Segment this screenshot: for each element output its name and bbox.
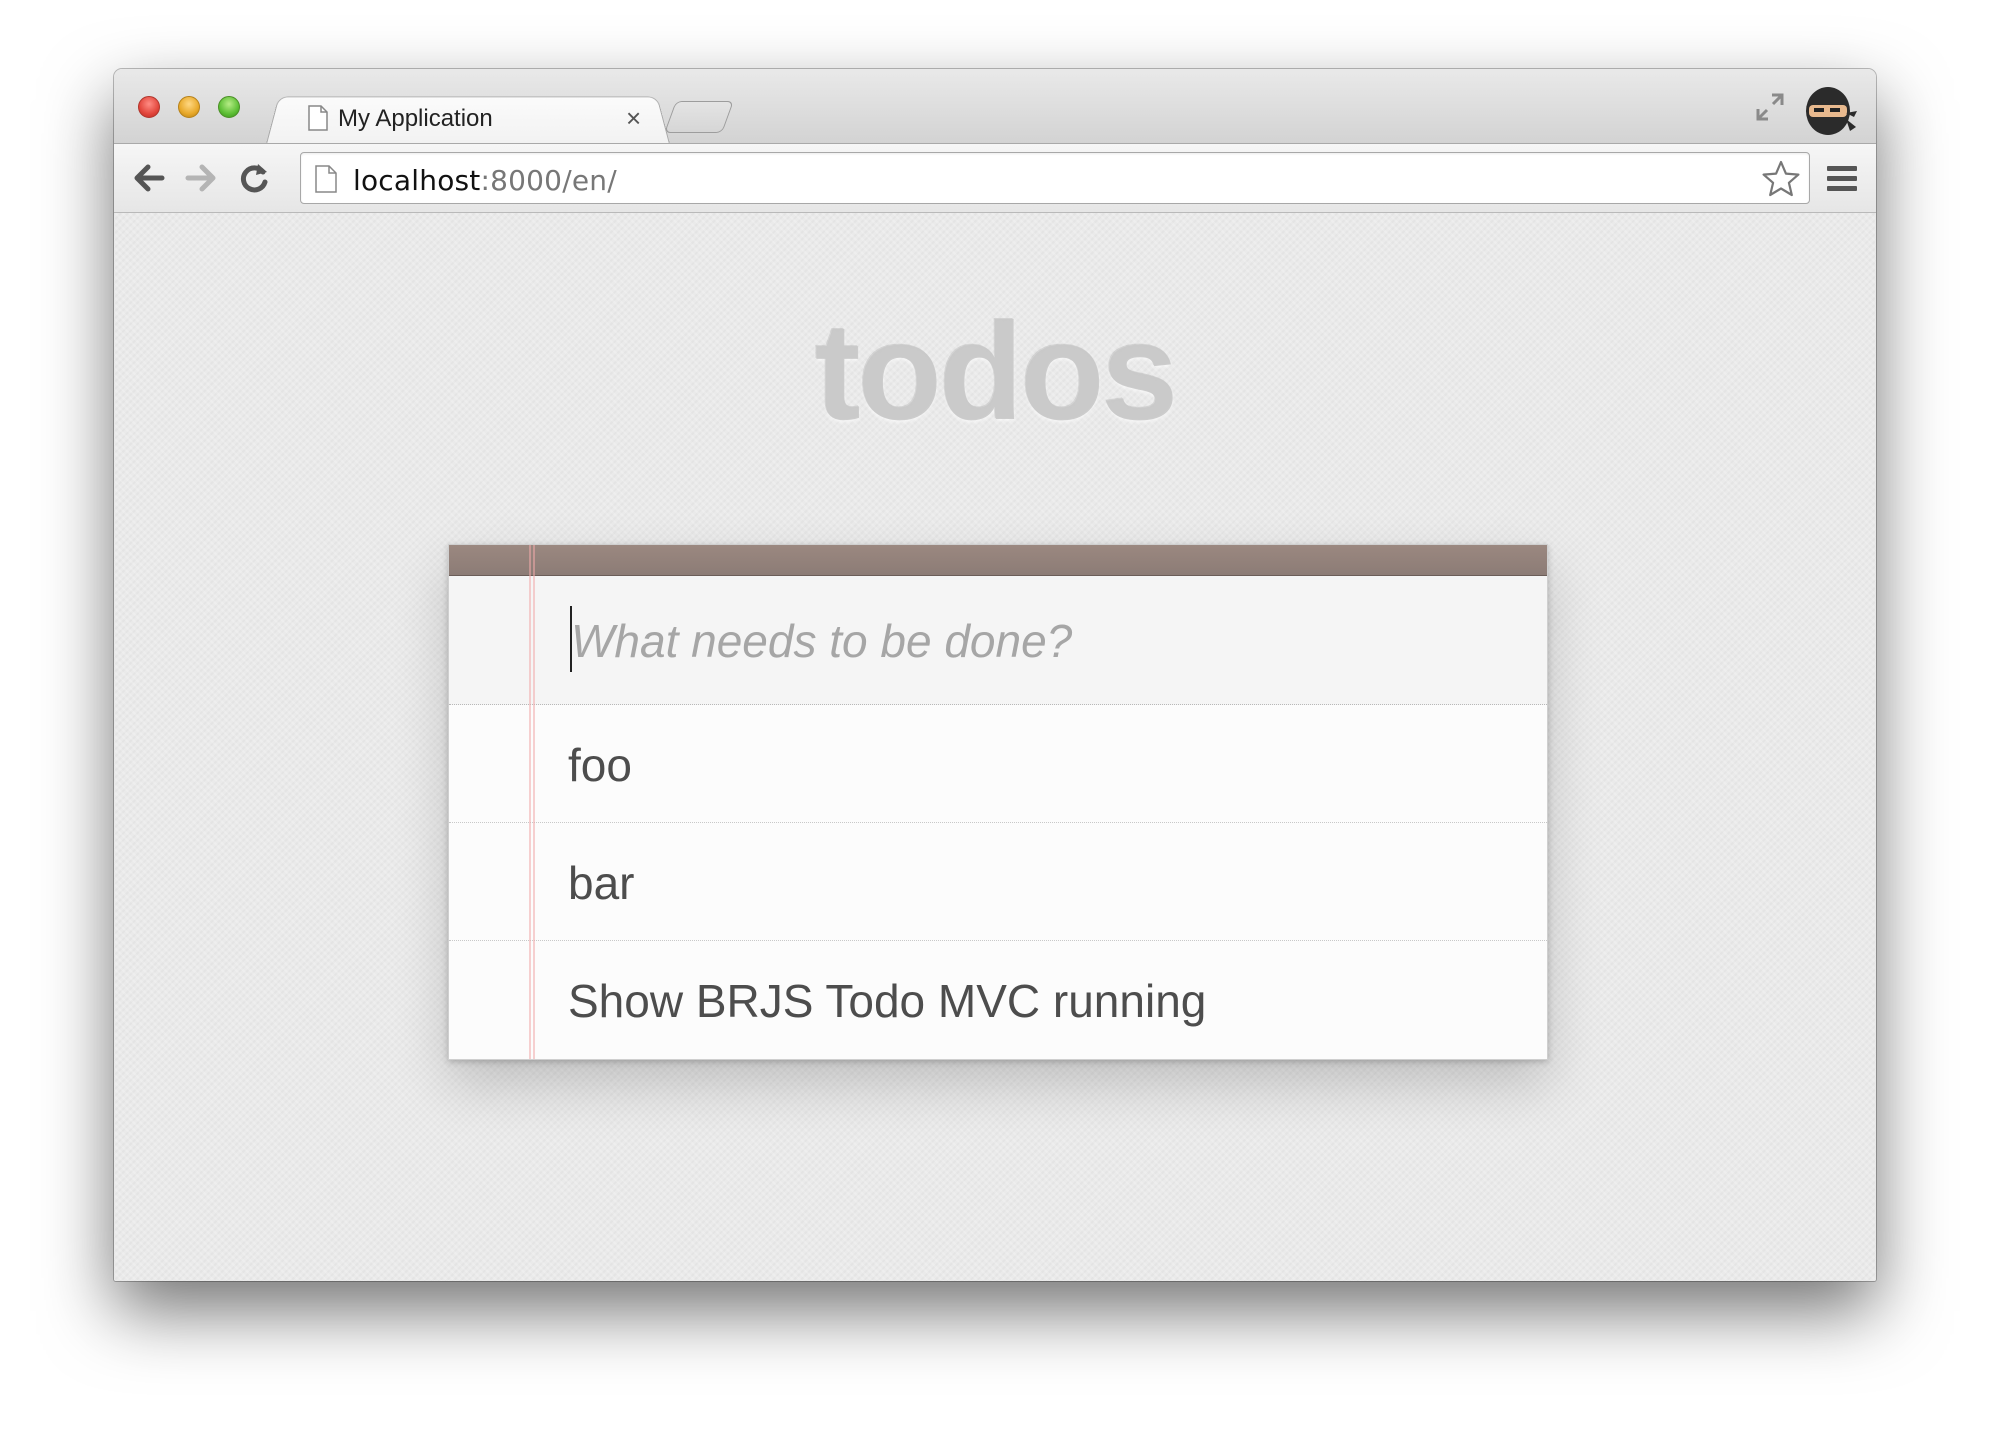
forward-arrow-icon[interactable] [182, 160, 222, 196]
browser-toolbar: localhost:8000/en/ [114, 143, 1876, 213]
address-bar[interactable]: localhost:8000/en/ [300, 152, 1810, 204]
todo-app: What needs to be done? foo bar Show BRJS… [448, 544, 1548, 1060]
page-content: todos What needs to be done? foo bar Sho… [114, 213, 1876, 1281]
todo-label[interactable]: Show BRJS Todo MVC running [568, 974, 1206, 1028]
header-bar [449, 545, 1547, 576]
todo-item[interactable]: foo [449, 705, 1547, 823]
window-zoom-button[interactable] [218, 96, 240, 118]
new-tab-button[interactable] [664, 101, 734, 133]
window-minimize-button[interactable] [178, 96, 200, 118]
todo-label[interactable]: foo [568, 738, 632, 792]
back-arrow-icon[interactable] [128, 160, 168, 196]
reload-icon[interactable] [234, 160, 274, 196]
tab-close-button[interactable]: × [626, 105, 641, 131]
star-icon[interactable] [1761, 159, 1801, 204]
todo-item[interactable]: bar [449, 823, 1547, 941]
new-todo-input[interactable]: What needs to be done? [449, 576, 1547, 705]
fullscreen-icon[interactable] [1754, 91, 1786, 128]
tab-strip: My Application × [114, 69, 1876, 144]
browser-window: My Application × localhost:8000/en/ todo… [114, 69, 1876, 1281]
url-host: localhost [353, 164, 481, 197]
page-icon [315, 165, 337, 198]
url-path: :8000/en/ [480, 164, 617, 197]
margin-line [529, 545, 531, 1059]
app-title: todos [814, 295, 1179, 449]
tab-content: My Application × [294, 99, 664, 143]
window-close-button[interactable] [138, 96, 160, 118]
todo-label[interactable]: bar [568, 856, 634, 910]
margin-line [533, 545, 535, 1059]
tab-title: My Application [338, 105, 493, 132]
new-todo-placeholder: What needs to be done? [571, 615, 1073, 667]
ninja-avatar-icon[interactable] [1800, 81, 1858, 144]
url-text[interactable]: localhost:8000/en/ [353, 164, 617, 197]
page-icon [308, 105, 328, 136]
hamburger-menu-icon[interactable] [1826, 164, 1858, 199]
todo-item[interactable]: Show BRJS Todo MVC running [449, 941, 1547, 1059]
